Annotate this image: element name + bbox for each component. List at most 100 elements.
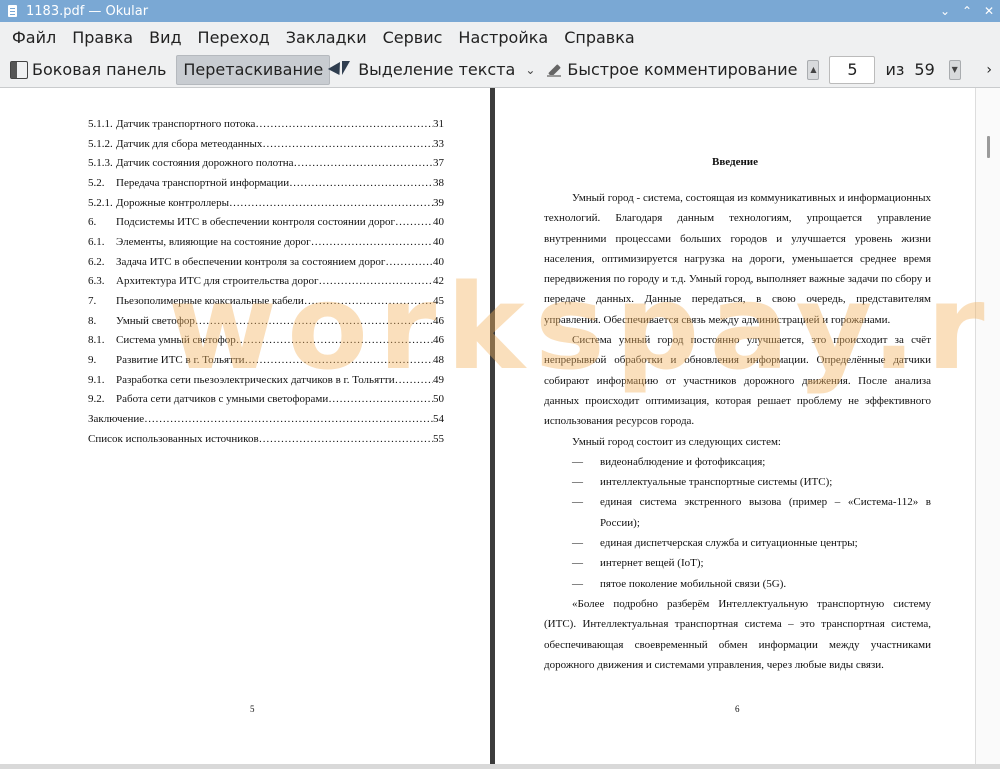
cursor-icon xyxy=(340,61,354,79)
browse-tool-button[interactable]: Перетаскивание xyxy=(176,54,331,85)
list-text: интернет вещей (IoT); xyxy=(600,557,704,570)
toc-leader xyxy=(195,315,433,327)
menu-help[interactable]: Справка xyxy=(556,22,643,52)
menu-edit[interactable]: Правка xyxy=(64,22,141,52)
page-number: 5 xyxy=(250,704,255,714)
sidebar-toggle-button[interactable]: Боковая панель xyxy=(4,55,172,85)
list-item: — пятое поколение мобильной связи (5G). xyxy=(544,574,931,594)
menu-file[interactable]: Файл xyxy=(0,22,64,52)
toc-row: 6.3. Архитектура ИТС для строительства до… xyxy=(88,272,444,292)
toc-title: Система умный светофор xyxy=(116,334,236,347)
toc-number: 5.1.2. xyxy=(88,137,113,150)
minimize-icon[interactable]: ⌄ xyxy=(934,0,956,22)
toc-number: 6.2. xyxy=(88,255,105,268)
list-text: интеллектуальные транспортные системы (И… xyxy=(600,476,833,489)
list-dash: — xyxy=(572,455,583,468)
toc-title: Передача транспортной информации xyxy=(116,176,290,189)
menubar: Файл Правка Вид Переход Закладки Сервис … xyxy=(0,22,1000,52)
chevron-right-icon[interactable]: › xyxy=(986,62,992,78)
scrollbar-thumb[interactable] xyxy=(987,136,990,158)
menu-go[interactable]: Переход xyxy=(190,22,278,52)
paragraph: Умный город - система, состоящая из комм… xyxy=(544,192,931,326)
page-of-label: из xyxy=(885,60,905,79)
toc-title: Развитие ИТС в г. Тольятти xyxy=(116,354,245,367)
toc-row: 6. Подсистемы ИТС в обеспечении контроля … xyxy=(88,212,444,232)
window-title: 1183.pdf — Okular xyxy=(26,3,149,19)
toc-number: 6.3. xyxy=(88,275,105,288)
previous-page-button[interactable]: ▲ xyxy=(807,59,820,80)
pen-icon xyxy=(545,61,563,79)
menu-bookmarks[interactable]: Закладки xyxy=(278,22,375,52)
toc-page: 46 xyxy=(433,314,444,327)
systems-list: — видеонаблюдение и фотофиксация; — интелле… xyxy=(544,452,931,594)
toc-page: 33 xyxy=(433,137,444,150)
paragraph: Умный город состоит из следующих систем: xyxy=(572,435,781,448)
chevron-down-icon[interactable]: ⌄ xyxy=(525,63,535,77)
toc-leader xyxy=(304,295,433,307)
toc-row: 8.1. Система умный светофор 46 xyxy=(88,331,444,351)
list-dash: — xyxy=(572,537,583,550)
toc-leader xyxy=(319,275,433,287)
table-of-contents: 5.1.1.Датчик транспортного потока 31 5.1.2… xyxy=(88,114,444,449)
list-item: — интернет вещей (IoT); xyxy=(544,553,931,573)
toc-number: 9.2. xyxy=(88,393,105,406)
toc-page: 40 xyxy=(433,235,444,248)
document-icon xyxy=(6,4,20,18)
toc-leader xyxy=(255,118,433,130)
maximize-icon[interactable]: ⌃ xyxy=(956,0,978,22)
list-item: — интеллектуальные транспортные системы (… xyxy=(544,472,931,492)
toc-row: 5.1.2.Датчик для сбора метеоданных 33 xyxy=(88,134,444,154)
toc-title: Умный светофор xyxy=(116,314,195,327)
vertical-scrollbar[interactable] xyxy=(975,88,1000,769)
browse-label: Перетаскивание xyxy=(183,60,324,79)
list-text: видеонаблюдение и фотофиксация; xyxy=(600,455,766,468)
list-item: — видеонаблюдение и фотофиксация; xyxy=(544,452,931,472)
close-icon[interactable]: ✕ xyxy=(978,0,1000,22)
toc-row: 9.1. Разработка сети пьезоэлектрических д… xyxy=(88,370,444,390)
toc-number: 7. xyxy=(88,295,97,308)
sidebar-label: Боковая панель xyxy=(32,60,167,79)
toc-page: 31 xyxy=(433,117,444,130)
window-titlebar: 1183.pdf — Okular ⌄ ⌃ ✕ xyxy=(0,0,1000,22)
menu-tools[interactable]: Сервис xyxy=(375,22,451,52)
toc-page: 54 xyxy=(433,413,444,426)
page-6: Введение Умный город - система, состояща… xyxy=(495,88,975,769)
next-page-button[interactable]: ▼ xyxy=(948,59,961,80)
toc-row: 8. Умный светофор 46 xyxy=(88,311,444,331)
toc-page: 50 xyxy=(433,393,444,406)
toc-row: 6.1. Элементы, влияющие на состояние доро… xyxy=(88,232,444,252)
menu-settings[interactable]: Настройка xyxy=(450,22,556,52)
page-total-label: 59 xyxy=(914,60,935,79)
toc-leader xyxy=(289,177,433,189)
page-number-input[interactable] xyxy=(829,55,876,84)
list-item: — единая диспетчерская служба и ситуацион… xyxy=(544,533,931,553)
menu-view[interactable]: Вид xyxy=(141,22,189,52)
toc-number: 6.1. xyxy=(88,235,105,248)
list-text: пятое поколение мобильной связи (5G). xyxy=(600,577,787,590)
section-heading: Введение xyxy=(711,156,759,168)
toc-number: 5.1.1. xyxy=(88,117,113,130)
toc-title: Дорожные контроллеры xyxy=(116,196,229,209)
toc-page: 55 xyxy=(433,432,444,445)
toc-page: 45 xyxy=(433,295,444,308)
toc-row: 5.1.3. Датчик состояния дорожного полотна… xyxy=(88,153,444,173)
quick-annotate-button[interactable]: Быстрое комментирование xyxy=(539,55,803,85)
toc-number: 9.1. xyxy=(88,373,105,386)
toc-page: 48 xyxy=(433,354,444,367)
list-item: — единая система экстренного вызова (прим… xyxy=(544,492,931,533)
toc-row: 5.2.1.Дорожные контроллеры 39 xyxy=(88,193,444,213)
toc-number: 5.2.1. xyxy=(88,196,113,209)
toc-leader xyxy=(395,374,433,386)
list-dash: — xyxy=(572,476,583,489)
toc-title: Пьезополимерные коаксиальные кабели xyxy=(116,295,304,308)
toc-title: Датчик состояния дорожного полотна xyxy=(116,157,294,170)
toc-leader xyxy=(328,393,433,405)
toc-leader xyxy=(395,216,433,228)
toc-row: 5.2. Передача транспортной информации 38 xyxy=(88,173,444,193)
list-dash: — xyxy=(572,496,583,509)
toc-leader xyxy=(144,413,433,425)
horizontal-scrollbar[interactable] xyxy=(0,764,1000,769)
text-select-tool-button[interactable]: Выделение текста xyxy=(334,55,521,85)
toc-number: 9. xyxy=(88,354,97,367)
document-view[interactable]: 5.1.1.Датчик транспортного потока 31 5.1.2… xyxy=(0,88,1000,769)
